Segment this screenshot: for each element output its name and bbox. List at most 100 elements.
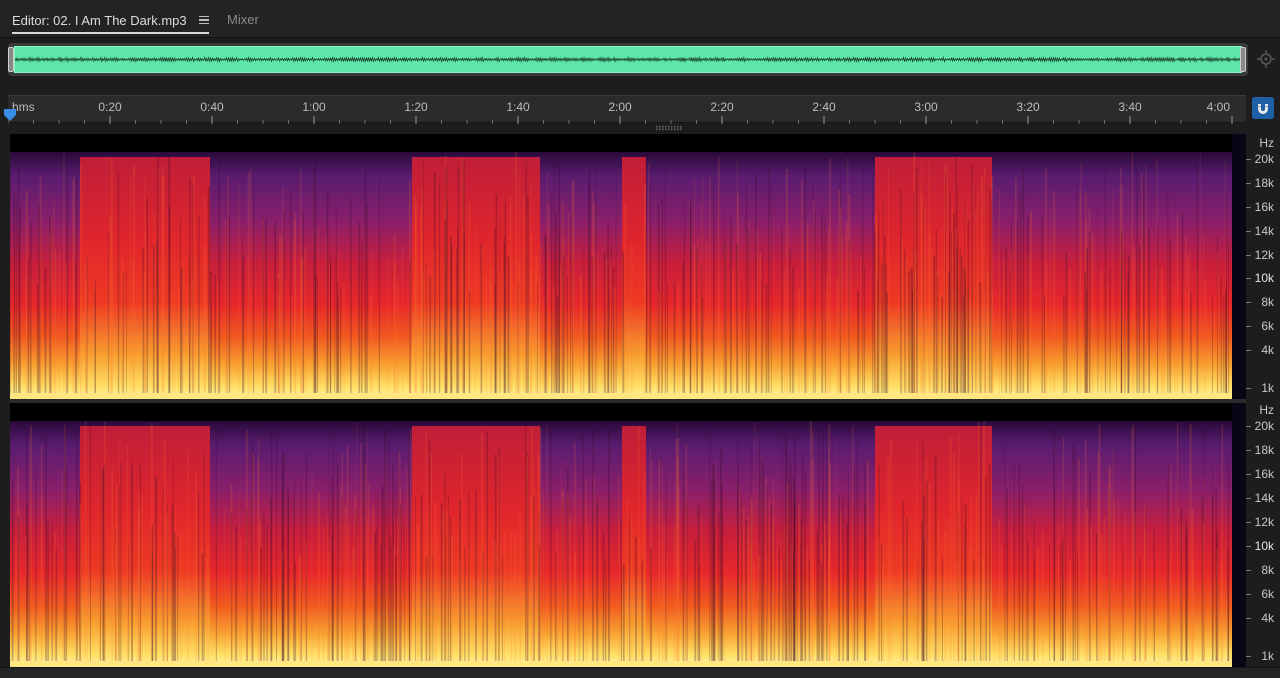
spectrogram-streak — [1142, 177, 1145, 399]
spectrogram-streak — [675, 439, 678, 667]
spectrogram-streak — [118, 486, 120, 667]
spectrogram-streak — [1069, 559, 1072, 667]
playhead-marker-icon[interactable] — [3, 108, 17, 122]
spectrogram-streak — [447, 509, 449, 667]
spectrogram-streak — [374, 533, 377, 667]
spectrogram-streak — [1084, 440, 1087, 667]
spectrogram-streak — [845, 222, 848, 399]
spectrogram-streak — [913, 270, 914, 399]
spectrogram-streak — [264, 515, 265, 667]
spectrogram-streak — [1050, 207, 1052, 399]
overview-waveform — [15, 56, 1241, 63]
spectrogram-streak — [880, 544, 883, 667]
spectrogram-streak — [626, 498, 628, 667]
spectrogram-streak — [719, 280, 721, 399]
hz-unit-bottom: Hz — [1259, 403, 1274, 417]
spectral-frequency-display[interactable] — [10, 134, 1246, 667]
overview-visible-range[interactable] — [14, 46, 1242, 73]
spectrogram-streak — [546, 426, 548, 667]
spectrogram-streak — [346, 445, 349, 667]
spectrogram-streak — [317, 492, 320, 667]
spectrogram-streak — [503, 531, 505, 667]
tab-editor[interactable]: Editor: 02. I Am The Dark.mp3 — [12, 9, 209, 34]
overview-left-handle[interactable] — [8, 47, 14, 72]
spectrogram-streak — [25, 190, 28, 399]
spectrogram-streak — [84, 421, 87, 667]
spectrogram-streak — [415, 496, 416, 667]
spectrogram-streak — [99, 466, 101, 667]
snap-button[interactable] — [1252, 97, 1274, 119]
spectrogram-streak — [593, 202, 596, 399]
hamburger-icon[interactable] — [198, 15, 209, 25]
spectrogram-streak — [104, 421, 106, 667]
spectrogram-streak — [693, 245, 695, 399]
spectrogram-streak — [1116, 203, 1117, 399]
panel-resize-grip[interactable] — [656, 126, 682, 131]
spectrogram-streak — [250, 168, 252, 399]
top-hz-tick — [1246, 302, 1251, 304]
grip-dot — [662, 126, 664, 128]
tab-mixer[interactable]: Mixer — [227, 12, 259, 27]
spectrogram-streak — [925, 481, 928, 667]
spectrogram-streak — [678, 486, 680, 667]
spectrogram-streak — [776, 539, 778, 667]
spectrogram-streak — [444, 220, 447, 399]
spectrogram-streak — [808, 559, 810, 667]
spectrogram-streak — [951, 206, 954, 399]
bottom-hz-tick — [1246, 656, 1251, 658]
spectrogram-streak — [474, 223, 476, 399]
spectrogram-streak — [210, 272, 213, 399]
spectrogram-streak — [853, 467, 856, 667]
spectrogram-streak — [434, 502, 437, 667]
spectrogram-streak — [298, 553, 301, 667]
spectrogram-streak — [430, 452, 432, 667]
spectrogram-streak — [461, 158, 464, 399]
overview-right-handle[interactable] — [1240, 47, 1246, 72]
spectrogram-streak — [914, 505, 916, 667]
grip-dot — [668, 128, 670, 130]
spectrogram-streak — [887, 168, 889, 399]
spectrogram-streak — [17, 517, 20, 667]
spectrogram-streak — [839, 207, 842, 399]
spectrogram-streak — [917, 173, 919, 399]
grip-dot — [659, 126, 661, 128]
spectrogram-streak — [852, 426, 854, 667]
spectrogram-streak — [941, 557, 943, 667]
spectrogram-streak — [1145, 172, 1147, 399]
spectrogram-streak — [233, 531, 235, 667]
spectrogram-streak — [1227, 455, 1230, 667]
spectrogram-streak — [782, 421, 783, 667]
spectrogram-streak — [464, 546, 466, 667]
spectrogram-streak — [44, 268, 47, 399]
time-ruler[interactable]: hms 0:20 0:40 1:00 1:20 1:40 2:00 2:20 2:40 3:00… — [8, 95, 1246, 124]
spectrogram-streak — [468, 290, 471, 399]
spectrogram-streak — [1049, 544, 1050, 667]
spectrogram-streak — [1013, 462, 1015, 667]
overview-navigator[interactable] — [8, 43, 1248, 76]
spectrogram-streak — [475, 490, 477, 667]
spectrogram-streak — [700, 202, 702, 399]
spectrogram-streak — [231, 511, 233, 667]
spectrogram-streak — [979, 282, 982, 399]
spectrogram-streak — [177, 537, 179, 667]
spectrogram-streak — [444, 472, 446, 667]
spectrogram-streak — [1015, 177, 1017, 399]
spectrogram-streak — [560, 461, 562, 667]
spectrogram-streak — [380, 546, 382, 667]
spectrogram-streak — [872, 172, 874, 399]
zoom-navigator-icon[interactable] — [1256, 49, 1276, 69]
spectrogram-streak — [666, 553, 668, 667]
spectrogram-streak — [352, 546, 354, 667]
spectrogram-streak — [117, 173, 120, 399]
spectrogram-streak — [36, 284, 39, 399]
spectrogram-streak — [41, 284, 43, 399]
spectrogram-streak — [396, 282, 398, 399]
spectrogram-streak — [377, 492, 379, 667]
spectrogram-streak — [139, 462, 141, 667]
spectrogram-streak — [45, 436, 47, 667]
spectrogram-streak — [485, 557, 487, 667]
spectrogram-streak — [162, 484, 164, 667]
bottom-hz-label: 16k — [1254, 467, 1274, 482]
top-hz-tick — [1246, 278, 1251, 280]
spectrogram-streak — [666, 282, 668, 399]
